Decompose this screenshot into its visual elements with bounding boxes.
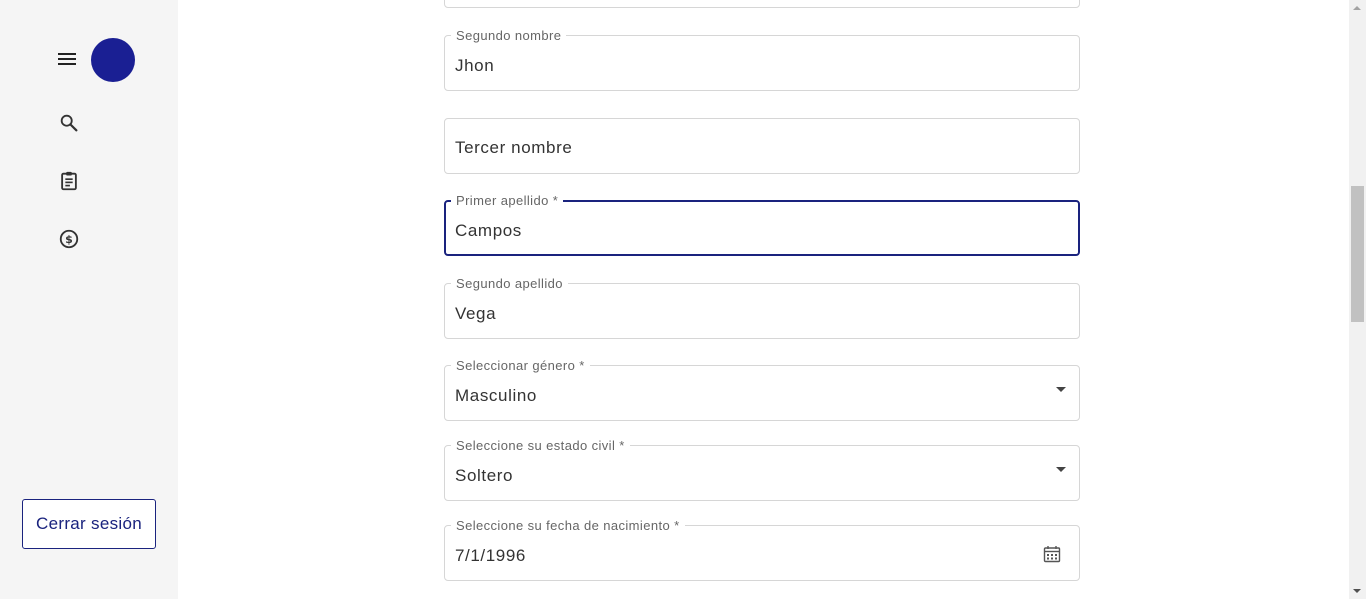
clipboard-icon[interactable] (58, 170, 80, 192)
scroll-up-arrow-icon[interactable] (1353, 6, 1361, 10)
menu-icon[interactable] (57, 50, 77, 68)
genero-label: Seleccionar género * (451, 358, 590, 373)
tercer-nombre-field[interactable]: Tercer nombre (444, 118, 1080, 174)
dollar-icon[interactable]: $ (58, 228, 80, 250)
logout-button[interactable]: Cerrar sesión (22, 499, 156, 549)
scrollbar-thumb[interactable] (1351, 186, 1364, 322)
fecha-nacimiento-field[interactable]: Seleccione su fecha de nacimiento * 7/1/… (444, 518, 1080, 581)
scroll-down-arrow-icon[interactable] (1353, 589, 1361, 593)
segundo-nombre-value: Jhon (455, 56, 495, 75)
tercer-nombre-placeholder: Tercer nombre (455, 138, 573, 157)
primer-apellido-label: Primer apellido * (451, 193, 564, 208)
segundo-nombre-field[interactable]: Segundo nombre Jhon (444, 28, 1080, 91)
segundo-nombre-label: Segundo nombre (451, 28, 567, 43)
segundo-apellido-field[interactable]: Segundo apellido Vega (444, 276, 1080, 339)
segundo-apellido-label: Segundo apellido (451, 276, 568, 291)
genero-value: Masculino (455, 386, 537, 405)
estado-civil-label: Seleccione su estado civil * (451, 438, 630, 453)
genero-select[interactable]: Seleccionar género * Masculino (444, 358, 1080, 421)
calendar-icon[interactable] (1043, 545, 1061, 563)
estado-civil-value: Soltero (455, 466, 514, 485)
fecha-nacimiento-value: 7/1/1996 (455, 546, 526, 565)
segundo-apellido-value: Vega (455, 304, 497, 323)
primer-apellido-field[interactable]: Primer apellido * Campos (444, 193, 1080, 256)
search-icon[interactable] (58, 112, 80, 134)
vertical-scrollbar[interactable] (1349, 0, 1366, 599)
primer-apellido-value: Campos (455, 221, 522, 240)
dropdown-arrow-icon[interactable] (1056, 467, 1066, 472)
fecha-nacimiento-label: Seleccione su fecha de nacimiento * (451, 518, 685, 533)
svg-text:$: $ (65, 233, 73, 246)
primer-nombre-field[interactable] (444, 0, 1080, 8)
estado-civil-select[interactable]: Seleccione su estado civil * Soltero (444, 438, 1080, 501)
sidebar: $ Cerrar sesión (0, 0, 178, 599)
dropdown-arrow-icon[interactable] (1056, 387, 1066, 392)
avatar[interactable] (91, 38, 135, 82)
